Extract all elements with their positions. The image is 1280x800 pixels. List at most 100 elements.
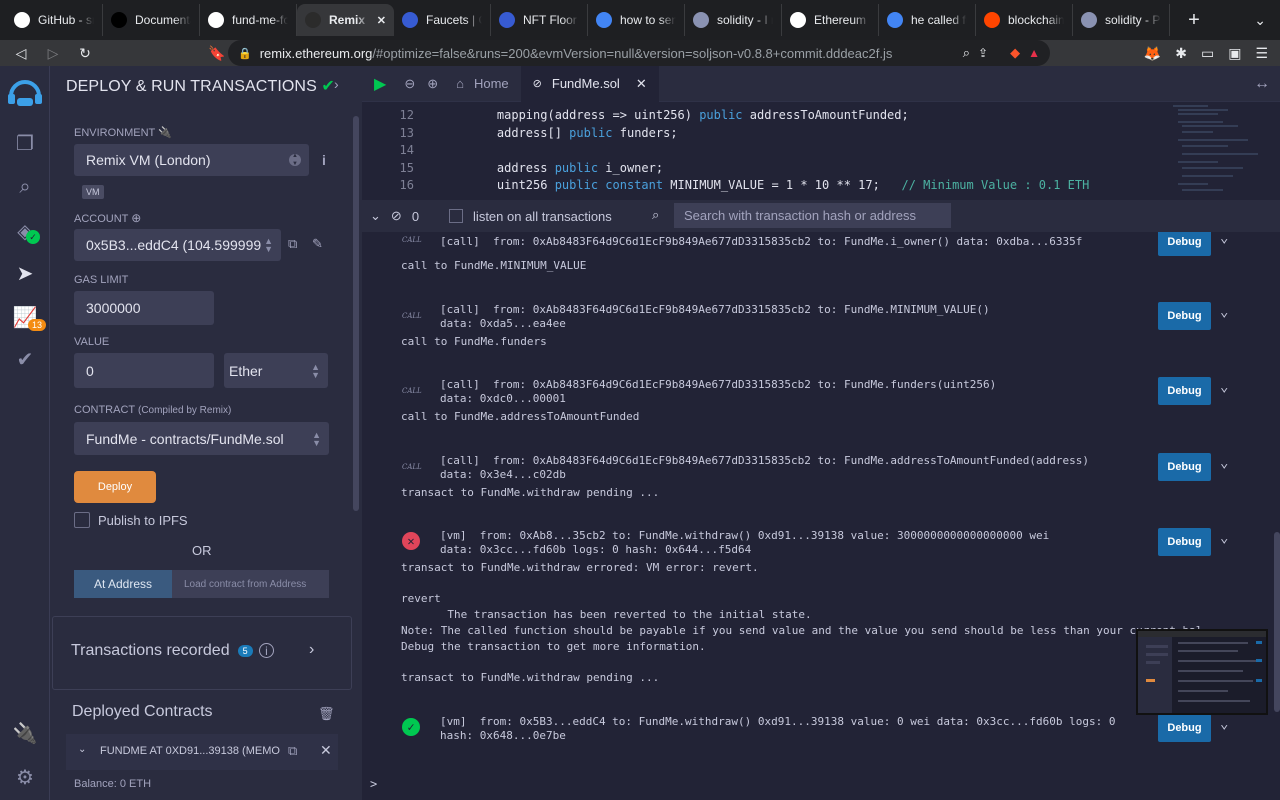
browser-tab[interactable]: NFT Floor Pri: [491, 4, 588, 36]
settings-icon[interactable]: ⚙: [12, 764, 38, 790]
file-explorer-icon[interactable]: ❐: [12, 130, 38, 156]
metamask-icon[interactable]: 🦊: [1144, 45, 1161, 62]
publish-ipfs-checkbox[interactable]: [74, 512, 90, 528]
edit-icon[interactable]: ✎: [312, 236, 323, 252]
test-icon[interactable]: ✔: [12, 346, 38, 372]
tab-home[interactable]: ⌂ Home: [444, 66, 521, 102]
tx-chevron-right-icon[interactable]: ›: [309, 641, 314, 659]
debug-button[interactable]: Debug: [1158, 302, 1211, 330]
bookmark-icon[interactable]: 🔖: [206, 45, 228, 62]
value-unit-select[interactable]: Ether ▲ ▼: [224, 353, 328, 388]
info-icon[interactable]: i: [322, 152, 326, 168]
solidity-compiler-icon[interactable]: ◈ ✓: [12, 218, 40, 244]
reload-icon[interactable]: ↻: [74, 45, 96, 62]
deploy-run-icon[interactable]: ➤: [12, 260, 38, 286]
run-icon[interactable]: ▶: [362, 66, 398, 102]
brave-shield-icon[interactable]: ◆: [1010, 45, 1020, 61]
tab-search-chevron-icon[interactable]: ⌄: [1254, 12, 1266, 29]
deployed-contract-item[interactable]: ⌄ FUNDME AT 0XD91...39138 (MEMO ⧉ ✕: [66, 734, 338, 770]
gas-limit-input[interactable]: 3000000: [74, 291, 214, 325]
code-line[interactable]: address public i_owner;: [468, 161, 663, 175]
expand-icon[interactable]: ↔: [1254, 75, 1270, 93]
close-tab-icon[interactable]: ✕: [636, 76, 647, 92]
browser-tab[interactable]: Remix - E ✕: [297, 4, 394, 36]
side-scrollbar[interactable]: [353, 116, 359, 511]
browser-tab[interactable]: solidity - Pay: [1073, 4, 1170, 36]
debug-button[interactable]: Debug: [1158, 714, 1211, 742]
browser-tab[interactable]: blockchain -: [976, 4, 1073, 36]
clear-console-icon[interactable]: ⊘: [391, 208, 402, 224]
account-select[interactable]: 0x5B3...eddC4 (104.599999 ▲ ▼: [74, 229, 281, 261]
tab-fundme[interactable]: ⊘ FundMe.sol ✕: [520, 65, 659, 102]
trash-icon[interactable]: 🗑: [318, 706, 335, 722]
back-icon[interactable]: ◁: [10, 45, 32, 62]
remix-logo-icon[interactable]: [5, 72, 45, 112]
remove-contract-icon[interactable]: ✕: [320, 742, 332, 759]
console-prompt[interactable]: >: [370, 777, 377, 791]
zoom-in-icon[interactable]: ⊕: [421, 66, 444, 102]
new-tab-button[interactable]: +: [1180, 9, 1208, 32]
entry-line: call to FundMe.funders: [401, 335, 547, 348]
contract-select[interactable]: FundMe - contracts/FundMe.sol ▲ ▼: [74, 422, 329, 455]
tx-info-icon[interactable]: i: [259, 643, 274, 658]
zoom-icon[interactable]: ⌕: [963, 45, 970, 61]
url-bar[interactable]: 🔒 remix.ethereum.org/#optimize=false&run…: [228, 40, 1050, 66]
forward-icon[interactable]: ▷: [42, 45, 64, 62]
copy-icon[interactable]: ⧉: [288, 236, 297, 252]
add-account-icon[interactable]: ⊕: [131, 211, 141, 225]
tx-count-badge: 5: [237, 644, 253, 657]
search-icon[interactable]: ⌕: [12, 174, 38, 200]
expand-chevron-icon[interactable]: ⌄: [1220, 304, 1228, 320]
extensions-icon[interactable]: ✱: [1175, 45, 1187, 62]
debug-button[interactable]: Debug: [1158, 528, 1211, 556]
minimap[interactable]: [1168, 102, 1268, 198]
debug-button[interactable]: Debug: [1158, 453, 1211, 481]
account-label: ACCOUNT ⊕: [74, 211, 142, 225]
browser-tab[interactable]: fund-me-fcc: [200, 4, 297, 36]
deploy-button[interactable]: Deploy: [74, 471, 156, 503]
expand-chevron-icon[interactable]: ⌄: [1220, 716, 1228, 732]
expand-chevron-icon[interactable]: ⌄: [1220, 379, 1228, 395]
listen-checkbox[interactable]: [449, 209, 464, 223]
brave-rewards-icon[interactable]: ▲: [1028, 46, 1040, 60]
console-scrollbar[interactable]: [1274, 532, 1280, 712]
expand-chevron-icon[interactable]: ⌄: [1220, 530, 1228, 546]
tab-favicon-icon: [790, 12, 806, 28]
zoom-out-icon[interactable]: ⊖: [398, 66, 421, 102]
entry-line: call to FundMe.addressToAmountFunded: [401, 410, 640, 423]
browser-tab[interactable]: GitHub - sma: [6, 4, 103, 36]
code-line[interactable]: uint256 public constant MINIMUM_VALUE = …: [468, 178, 1089, 192]
browser-tab[interactable]: Ethereum Un: [782, 4, 879, 36]
code-editor[interactable]: 12 mapping(address => uint256) public ad…: [362, 102, 1280, 198]
browser-tab[interactable]: he called fun: [879, 4, 976, 36]
plugin-manager-icon[interactable]: 🔌: [12, 720, 38, 746]
at-address-button[interactable]: At Address: [74, 570, 172, 598]
browser-tab[interactable]: solidity - I ne: [685, 4, 782, 36]
load-address-input[interactable]: Load contract from Address: [172, 570, 329, 598]
share-icon[interactable]: ⇪: [978, 46, 988, 60]
wallet-icon[interactable]: ▣: [1228, 45, 1241, 62]
screenshot-thumbnail[interactable]: [1136, 629, 1268, 715]
sidebar-icon[interactable]: ▭: [1201, 45, 1214, 62]
code-line[interactable]: mapping(address => uint256) public addre…: [468, 108, 909, 122]
browser-tab[interactable]: Documentati: [103, 4, 200, 36]
entry-line: [vm] from: 0x5B3...eddC4 to: FundMe.with…: [440, 715, 1116, 728]
copy-address-icon[interactable]: ⧉: [288, 743, 297, 759]
code-line[interactable]: address[] public funders;: [468, 126, 678, 140]
browser-tab[interactable]: how to send: [588, 4, 685, 36]
panel-chevron-icon[interactable]: ›: [334, 76, 339, 92]
environment-select[interactable]: Remix VM (London) ▲ ▼: [74, 144, 309, 176]
collapse-chevron-icon[interactable]: ⌄: [78, 744, 86, 755]
browser-tab[interactable]: Faucets | Cha: [394, 4, 491, 36]
value-input[interactable]: 0: [74, 353, 214, 388]
debug-button[interactable]: Debug: [1158, 232, 1211, 256]
collapse-terminal-icon[interactable]: ⌄: [370, 208, 381, 224]
url-text[interactable]: remix.ethereum.org/#optimize=false&runs=…: [260, 46, 955, 61]
menu-icon[interactable]: ☰: [1255, 45, 1268, 62]
expand-chevron-icon[interactable]: ⌄: [1220, 232, 1228, 246]
debug-button[interactable]: Debug: [1158, 377, 1211, 405]
close-tab-icon[interactable]: ✕: [377, 14, 386, 27]
transactions-recorded-card[interactable]: Transactions recorded 5 i ›: [52, 616, 352, 690]
search-transactions-input[interactable]: [674, 203, 951, 228]
expand-chevron-icon[interactable]: ⌄: [1220, 455, 1228, 471]
